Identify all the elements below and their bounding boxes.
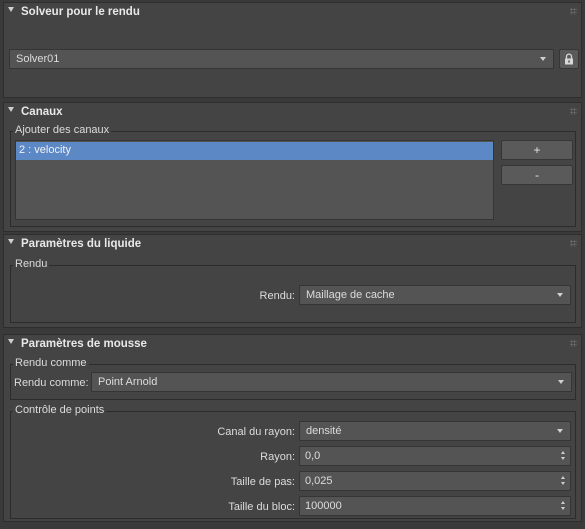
render-as-dropdown[interactable]: Point Arnold [91, 372, 572, 392]
group-label: Contrôle de points [13, 404, 107, 416]
group-label: Rendu comme [13, 357, 89, 369]
spin-down-icon[interactable] [561, 482, 565, 485]
spin-up-icon[interactable] [561, 476, 565, 479]
list-item[interactable]: 2 : velocity [16, 142, 493, 160]
spin-down-icon[interactable] [561, 457, 565, 460]
block-size-label: Taille du bloc: [228, 501, 295, 513]
render-dropdown[interactable]: Maillage de cache [299, 285, 571, 305]
rollout-header-foam[interactable]: Paramètres de mousse [4, 335, 581, 355]
spin-down-icon[interactable] [561, 507, 565, 510]
rollout-channels: Canaux Ajouter des canaux 2 : velocity +… [3, 102, 582, 232]
spin-up-icon[interactable] [561, 451, 565, 454]
render-label: Rendu: [259, 290, 295, 302]
radius-channel-dropdown[interactable]: densité [299, 421, 571, 441]
group-label: Rendu [13, 258, 50, 270]
rollout-title: Paramètres de mousse [21, 338, 147, 350]
rollout-header-solver[interactable]: Solveur pour le rendu [4, 3, 581, 23]
rollout-title: Paramètres du liquide [21, 238, 142, 250]
block-size-spinner[interactable]: 100000 [299, 496, 571, 516]
radius-channel-value: densité [306, 425, 342, 437]
drag-grip-icon[interactable] [570, 8, 577, 15]
group-add-channels: Ajouter des canaux 2 : velocity + - [10, 124, 576, 227]
group-point-control: Contrôle de points Canal du rayon: densi… [10, 404, 576, 519]
collapse-arrow-icon[interactable] [8, 7, 14, 12]
collapse-arrow-icon[interactable] [8, 239, 14, 244]
rollout-header-liquid[interactable]: Paramètres du liquide [4, 235, 581, 255]
rollout-foam: Paramètres de mousse Rendu comme Rendu c… [3, 334, 582, 522]
step-size-spinner[interactable]: 0,025 [299, 471, 571, 491]
radius-channel-label: Canal du rayon: [217, 426, 295, 438]
rollout-header-channels[interactable]: Canaux [4, 103, 581, 123]
group-render-as: Rendu comme Rendu comme: Point Arnold [10, 357, 576, 400]
list-item-label: 2 : velocity [19, 144, 71, 156]
rollout-liquid: Paramètres du liquide Rendu Rendu: Maill… [3, 234, 582, 328]
group-render: Rendu Rendu: Maillage de cache [10, 258, 576, 323]
rollout-title: Canaux [21, 106, 63, 118]
channels-listbox[interactable]: 2 : velocity [15, 140, 494, 220]
chevron-down-icon [557, 293, 563, 297]
lock-icon [565, 53, 573, 65]
rollout-title: Solveur pour le rendu [21, 6, 140, 18]
block-size-value: 100000 [305, 500, 342, 512]
drag-grip-icon[interactable] [570, 240, 577, 247]
collapse-arrow-icon[interactable] [8, 107, 14, 112]
step-size-label: Taille de pas: [230, 476, 295, 488]
render-as-value: Point Arnold [98, 376, 158, 388]
render-as-label: Rendu comme: [14, 377, 89, 389]
step-size-value: 0,025 [305, 475, 333, 487]
drag-grip-icon[interactable] [570, 340, 577, 347]
solver-dropdown[interactable]: Solver01 [9, 49, 554, 69]
group-label: Ajouter des canaux [13, 124, 112, 136]
chevron-down-icon [540, 57, 546, 61]
radius-spinner[interactable]: 0,0 [299, 446, 571, 466]
spin-up-icon[interactable] [561, 501, 565, 504]
add-channel-button[interactable]: + [501, 140, 573, 160]
drag-grip-icon[interactable] [570, 108, 577, 115]
chevron-down-icon [558, 380, 564, 384]
solver-value: Solver01 [16, 53, 60, 65]
lock-button[interactable] [559, 49, 579, 69]
rollout-solver: Solveur pour le rendu Solver01 [3, 2, 582, 98]
render-value: Maillage de cache [306, 289, 395, 301]
chevron-down-icon [557, 429, 563, 433]
remove-channel-button[interactable]: - [501, 165, 573, 185]
radius-value: 0,0 [305, 450, 321, 462]
radius-label: Rayon: [260, 451, 295, 463]
collapse-arrow-icon[interactable] [8, 339, 14, 344]
